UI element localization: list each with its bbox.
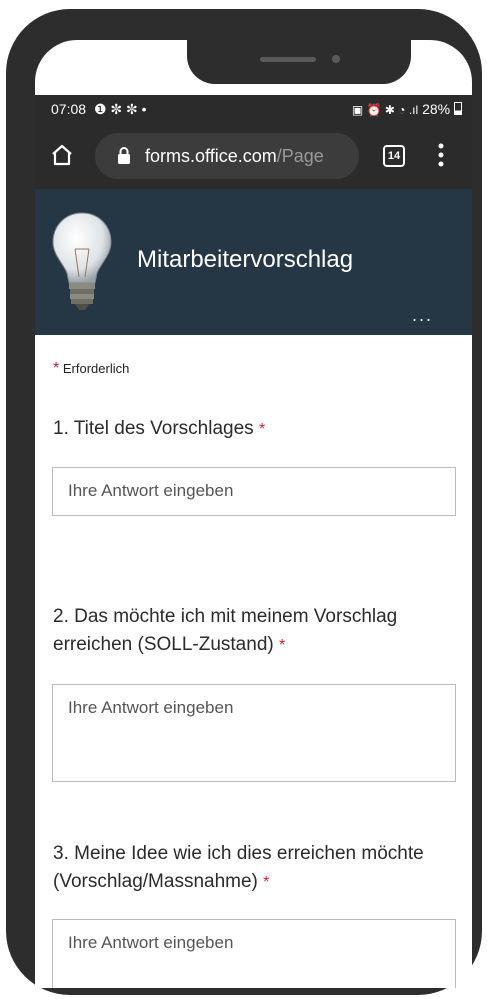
question-3-text: 3. Meine Idee wie ich dies erreichen möc… — [53, 843, 424, 892]
status-time: 07:08 — [51, 101, 87, 117]
question-3-placeholder: Ihre Antwort eingeben — [68, 933, 234, 952]
url-text: forms.office.com/Page — [145, 146, 324, 167]
question-2-input[interactable]: Ihre Antwort eingeben — [52, 684, 456, 782]
browser-toolbar: forms.office.com/Page 14 — [35, 123, 472, 189]
form-title: Mitarbeitervorschlag — [137, 246, 354, 273]
required-star: * — [263, 874, 270, 891]
kebab-menu-icon[interactable] — [438, 143, 444, 167]
question-1-text: 1. Titel des Vorschlages — [53, 418, 254, 439]
status-left: 07:08 ❶ ✼ ✼ • — [51, 101, 147, 118]
question-3-label: 3. Meine Idee wie ich dies erreichen möc… — [53, 840, 453, 897]
battery-icon — [454, 102, 462, 115]
more-options-icon[interactable]: ... — [412, 305, 433, 326]
lightbulb-icon — [52, 212, 112, 310]
required-note-text: Erforderlich — [62, 361, 130, 376]
form-header: Mitarbeitervorschlag ... — [35, 189, 472, 335]
battery-percent: 28% — [422, 101, 451, 117]
question-1-label: 1. Titel des Vorschlages * — [53, 415, 453, 444]
notification-icons: ❶ ✼ ✼ • — [93, 101, 147, 117]
required-note: * Erforderlich — [53, 360, 129, 378]
required-star: * — [53, 360, 60, 377]
question-2-placeholder: Ihre Antwort eingeben — [68, 698, 234, 717]
status-right: ▣ ⏰ ✱ ◔ .ıl 28% — [352, 101, 462, 117]
lock-icon — [118, 147, 130, 164]
camera-icon — [332, 55, 340, 63]
question-1-input[interactable]: Ihre Antwort eingeben — [52, 467, 456, 516]
url-domain: forms.office.com — [145, 146, 277, 166]
phone-frame: 07:08 ❶ ✼ ✼ • ▣ ⏰ ✱ ◔ .ıl 28% forms.offi… — [6, 9, 482, 995]
speaker-icon — [260, 57, 316, 62]
system-icons: ▣ ⏰ ✱ ◔ .ıl — [351, 103, 419, 117]
question-3-input[interactable]: Ihre Antwort eingeben — [52, 919, 456, 988]
address-bar[interactable]: forms.office.com/Page — [95, 133, 359, 179]
phone-notch — [187, 40, 411, 84]
status-bar: 07:08 ❶ ✼ ✼ • ▣ ⏰ ✱ ◔ .ıl 28% — [35, 95, 472, 123]
required-star: * — [258, 421, 266, 438]
tab-switcher-button[interactable]: 14 — [383, 145, 405, 167]
question-2-text: 2. Das möchte ich mit meinem Vorschlag e… — [53, 606, 398, 655]
url-path: /Page — [276, 146, 324, 166]
phone-screen: 07:08 ❶ ✼ ✼ • ▣ ⏰ ✱ ◔ .ıl 28% forms.offi… — [35, 40, 472, 988]
question-2-label: 2. Das möchte ich mit meinem Vorschlag e… — [53, 603, 453, 660]
question-1-placeholder: Ihre Antwort eingeben — [68, 481, 234, 500]
required-star: * — [279, 637, 286, 654]
home-icon[interactable] — [50, 143, 74, 167]
